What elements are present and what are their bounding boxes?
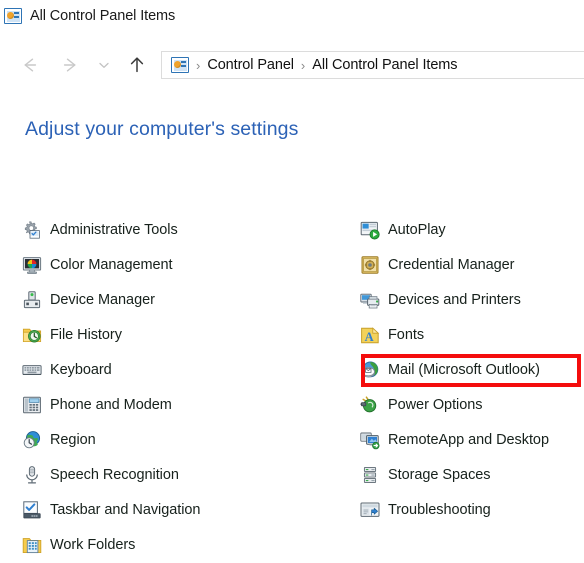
item-label: Mail (Microsoft Outlook) [388, 361, 540, 378]
control-panel-item-phone-and-modem[interactable]: Phone and Modem [22, 387, 352, 422]
breadcrumb-item-control-panel[interactable]: Control Panel [207, 57, 294, 73]
navigation-bar: › Control Panel › All Control Panel Item… [0, 48, 584, 82]
speech-recognition-icon [22, 465, 42, 485]
item-label: Device Manager [50, 291, 155, 308]
items-column-left: Administrative Tools Color Management De… [22, 212, 352, 562]
control-panel-item-device-manager[interactable]: Device Manager [22, 282, 352, 317]
control-panel-item-storage-spaces[interactable]: Storage Spaces [360, 457, 584, 492]
keyboard-icon [22, 360, 42, 380]
control-panel-item-remoteapp-and-desktop[interactable]: RemoteApp and Desktop [360, 422, 584, 457]
taskbar-and-navigation-icon [22, 500, 42, 520]
phone-and-modem-icon [22, 395, 42, 415]
work-folders-icon [22, 535, 42, 555]
item-label: Keyboard [50, 361, 112, 378]
control-panel-icon [4, 8, 22, 24]
breadcrumb-item-all-control-panel-items[interactable]: All Control Panel Items [312, 57, 457, 73]
breadcrumb-separator-2: › [300, 57, 306, 73]
item-label: Color Management [50, 256, 173, 273]
file-history-icon [22, 325, 42, 345]
troubleshooting-icon [360, 500, 380, 520]
breadcrumb-control-panel-icon[interactable] [171, 57, 189, 73]
administrative-tools-icon [22, 220, 42, 240]
control-panel-item-work-folders[interactable]: Work Folders [22, 527, 352, 562]
power-options-icon [360, 395, 380, 415]
control-panel-item-troubleshooting[interactable]: Troubleshooting [360, 492, 584, 527]
item-label: RemoteApp and Desktop [388, 431, 549, 448]
control-panel-item-power-options[interactable]: Power Options [360, 387, 584, 422]
item-label: Administrative Tools [50, 221, 178, 238]
item-label: Storage Spaces [388, 466, 491, 483]
item-label: Fonts [388, 326, 425, 343]
autoplay-icon [360, 220, 380, 240]
item-label: Region [50, 431, 96, 448]
control-panel-item-mail[interactable]: Mail (Microsoft Outlook) [360, 352, 584, 387]
color-management-icon [22, 255, 42, 275]
devices-and-printers-icon [360, 290, 380, 310]
control-panel-item-keyboard[interactable]: Keyboard [22, 352, 352, 387]
control-panel-item-devices-and-printers[interactable]: Devices and Printers [360, 282, 584, 317]
fonts-icon: A [360, 325, 380, 345]
item-label: Troubleshooting [388, 501, 491, 518]
back-arrow-icon[interactable] [14, 50, 44, 80]
items-column-right: AutoPlay Credential Manager Devices and … [360, 212, 584, 527]
mail-icon [360, 360, 380, 380]
control-panel-item-taskbar-and-navigation[interactable]: Taskbar and Navigation [22, 492, 352, 527]
control-panel-item-speech-recognition[interactable]: Speech Recognition [22, 457, 352, 492]
item-label: AutoPlay [388, 221, 446, 238]
breadcrumb-separator-1: › [196, 57, 201, 73]
control-panel-item-autoplay[interactable]: AutoPlay [360, 212, 584, 247]
address-bar[interactable]: › Control Panel › All Control Panel Item… [161, 51, 584, 79]
control-panel-item-administrative-tools[interactable]: Administrative Tools [22, 212, 352, 247]
window-titlebar: All Control Panel Items [0, 0, 584, 32]
item-label: Work Folders [50, 536, 136, 553]
control-panel-item-color-management[interactable]: Color Management [22, 247, 352, 282]
item-label: Phone and Modem [50, 396, 172, 413]
item-label: Taskbar and Navigation [50, 501, 201, 518]
item-label: File History [50, 326, 122, 343]
page-title: Adjust your computer's settings [25, 118, 299, 140]
device-manager-icon [22, 290, 42, 310]
control-panel-item-file-history[interactable]: File History [22, 317, 352, 352]
credential-manager-icon [360, 255, 380, 275]
remoteapp-and-desktop-icon [360, 430, 380, 450]
item-label: Speech Recognition [50, 466, 179, 483]
control-panel-item-fonts[interactable]: A Fonts [360, 317, 584, 352]
item-label: Credential Manager [388, 256, 515, 273]
region-icon [22, 430, 42, 450]
item-label: Devices and Printers [388, 291, 521, 308]
item-label: Power Options [388, 396, 483, 413]
control-panel-item-region[interactable]: Region [22, 422, 352, 457]
control-panel-item-credential-manager[interactable]: Credential Manager [360, 247, 584, 282]
svg-text:A: A [365, 329, 374, 343]
recent-locations-chevron-icon[interactable] [94, 50, 114, 80]
storage-spaces-icon [360, 465, 380, 485]
window-title: All Control Panel Items [30, 8, 176, 24]
up-arrow-icon[interactable] [122, 50, 152, 80]
forward-arrow-icon[interactable] [56, 50, 86, 80]
